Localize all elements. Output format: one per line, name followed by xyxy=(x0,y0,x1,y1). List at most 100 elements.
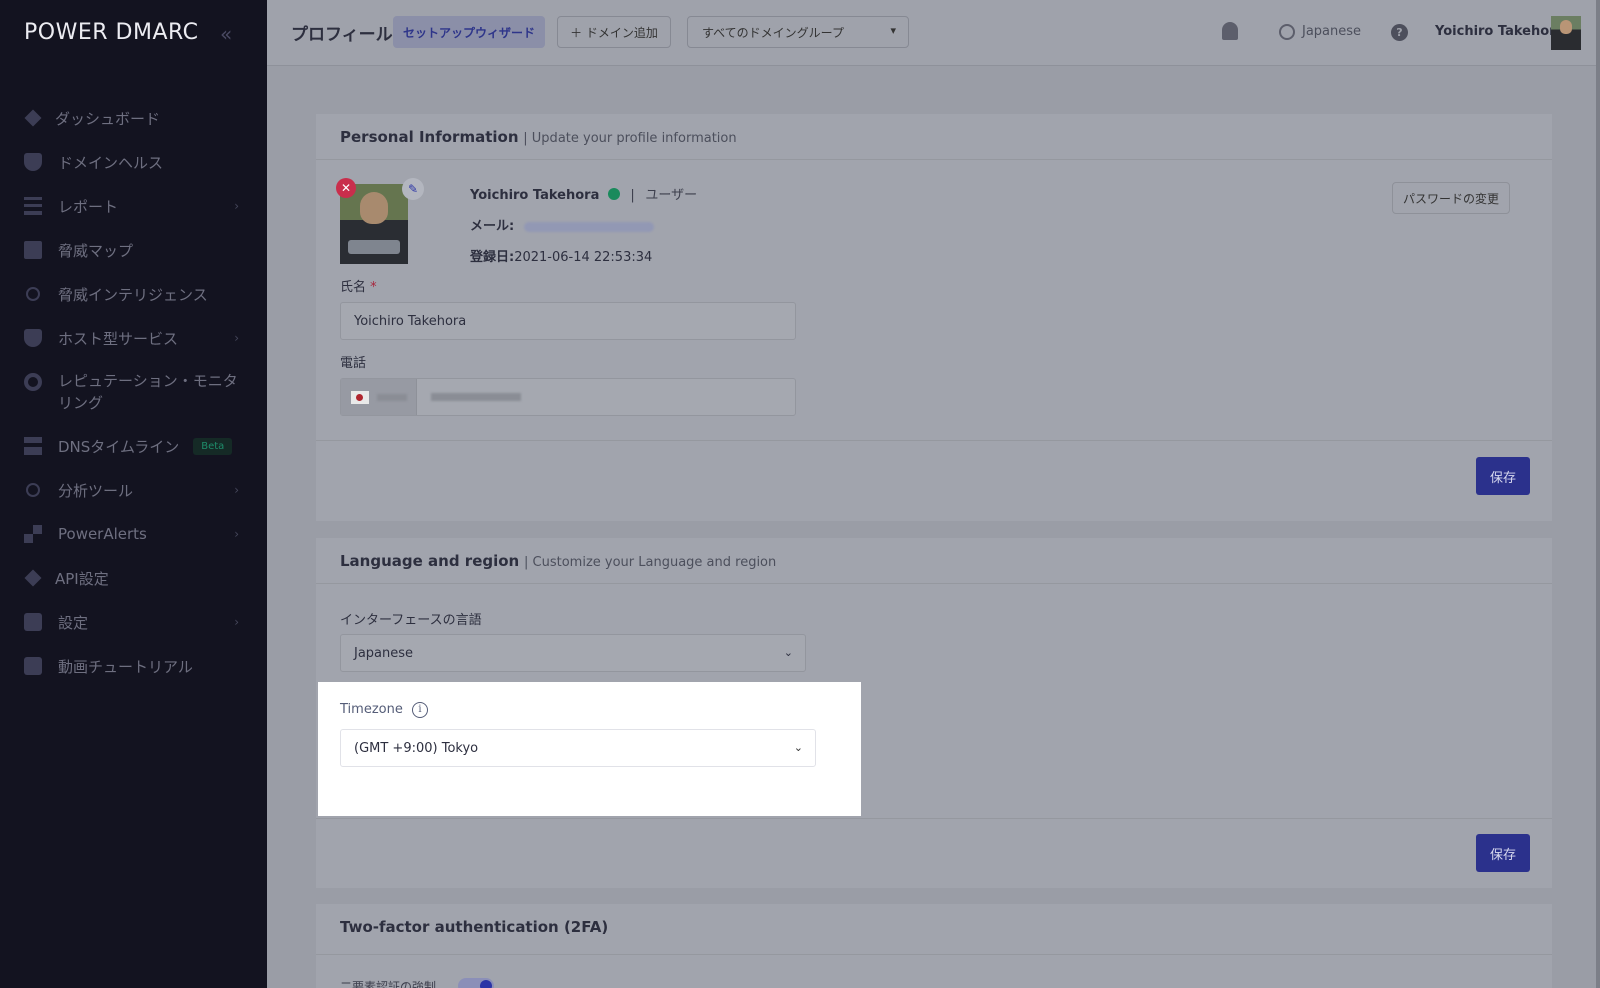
full-name-label-text: 氏名 xyxy=(340,280,367,295)
sidebar-item-reports[interactable]: レポート › xyxy=(0,184,267,228)
circle-icon xyxy=(26,287,40,301)
language-switcher[interactable]: Japanese xyxy=(1302,24,1361,39)
globe-icon[interactable] xyxy=(1279,24,1295,40)
sidebar: POWER DMARC « ダッシュボード ドメインヘルス レポート › 脅威マ… xyxy=(0,0,267,988)
chevron-down-icon: ⌄ xyxy=(793,741,803,754)
circle-icon xyxy=(26,483,40,497)
sidebar-item-threat-intelligence[interactable]: 脅威インテリジェンス xyxy=(0,272,267,316)
sidebar-item-video-tutorials[interactable]: 動画チュートリアル xyxy=(0,644,267,688)
sidebar-item-label: API設定 xyxy=(55,569,109,588)
domain-group-select[interactable]: すべてのドメイングループ ▾ xyxy=(687,16,909,48)
diamond-icon xyxy=(24,109,42,127)
bell-icon[interactable] xyxy=(1222,22,1238,40)
registered-label: 登録日: xyxy=(470,250,515,265)
sidebar-item-settings[interactable]: 設定 › xyxy=(0,600,267,644)
map-icon xyxy=(24,241,42,259)
interface-language-value: Japanese xyxy=(354,646,414,661)
sidebar-item-dns-timeline[interactable]: DNSタイムライン Beta xyxy=(0,424,267,468)
help-icon[interactable]: ? xyxy=(1391,24,1408,41)
sidebar-item-analysis-tools[interactable]: 分析ツール › xyxy=(0,468,267,512)
full-name-label: 氏名 * xyxy=(340,276,377,295)
chevron-down-icon: ⌄ xyxy=(783,646,793,659)
divider xyxy=(316,818,1552,819)
role-label: ユーザー xyxy=(645,188,698,203)
email-row: メール: xyxy=(470,215,655,234)
email-value-redacted xyxy=(524,221,655,232)
sidebar-item-reputation-monitoring[interactable]: レピュテーション・モニタリング xyxy=(0,360,267,424)
scrollbar[interactable] xyxy=(1596,0,1600,988)
sidebar-item-domain-health[interactable]: ドメインヘルス xyxy=(0,140,267,184)
collapse-sidebar-icon[interactable]: « xyxy=(220,22,232,46)
interface-language-select[interactable]: Japanese ⌄ xyxy=(340,634,806,672)
domain-group-value: すべてのドメイングループ xyxy=(702,25,844,40)
sidebar-item-label: レポート xyxy=(58,197,119,216)
timezone-select[interactable]: (GMT +9:00) Tokyo ⌄ xyxy=(340,729,816,767)
sidebar-item-label: 脅威インテリジェンス xyxy=(58,285,208,304)
timezone-value: (GMT +9:00) Tokyo xyxy=(354,741,479,756)
sidebar-item-label: 脅威マップ xyxy=(58,241,134,260)
shield-icon xyxy=(24,153,42,171)
avatar[interactable] xyxy=(1551,16,1581,50)
setup-wizard-button[interactable]: セットアップウィザード xyxy=(393,16,545,48)
enforce-2fa-label: 二要素認証の強制 xyxy=(340,980,437,988)
sidebar-item-label: 設定 xyxy=(58,613,89,632)
enforce-2fa-toggle[interactable] xyxy=(458,978,494,988)
role-separator: | xyxy=(630,188,635,203)
verified-icon xyxy=(607,188,620,200)
sidebar-item-label: ドメインヘルス xyxy=(58,153,164,172)
edit-photo-icon[interactable]: ✎ xyxy=(402,178,424,200)
sidebar-item-hosted-services[interactable]: ホスト型サービス › xyxy=(0,316,267,360)
timezone-panel: Timezone i (GMT +9:00) Tokyo ⌄ xyxy=(318,682,861,816)
card-title: Language and region xyxy=(340,552,520,570)
beta-badge: Beta xyxy=(193,437,233,455)
info-icon[interactable]: i xyxy=(412,702,428,718)
grid-icon xyxy=(24,525,42,543)
sidebar-item-api-settings[interactable]: API設定 xyxy=(0,556,267,600)
add-domain-button[interactable]: ＋ ドメイン追加 xyxy=(557,16,671,48)
chevron-right-icon: › xyxy=(234,331,239,345)
save-language-button[interactable]: 保存 xyxy=(1476,834,1530,872)
interface-language-label: インターフェースの言語 xyxy=(340,613,482,628)
logo: POWER DMARC xyxy=(24,20,199,45)
timezone-label: Timezone xyxy=(340,702,403,717)
sidebar-item-label: PowerAlerts xyxy=(58,525,147,543)
country-code-redacted xyxy=(377,394,407,401)
profile-name-row: Yoichiro Takehora | ユーザー xyxy=(470,184,697,203)
card-subtitle: | Update your profile information xyxy=(523,131,737,146)
topbar: プロフィール セットアップウィザード ＋ ドメイン追加 すべてのドメイングループ… xyxy=(267,0,1600,66)
registered-value: 2021-06-14 22:53:34 xyxy=(514,250,653,265)
phone-input[interactable] xyxy=(340,378,796,416)
full-name-input[interactable]: Yoichiro Takehora xyxy=(340,302,796,340)
host-icon xyxy=(24,329,42,347)
sidebar-item-label: 分析ツール xyxy=(58,481,134,500)
sidebar-nav: ダッシュボード ドメインヘルス レポート › 脅威マップ 脅威インテリジェンス … xyxy=(0,96,267,688)
card-header: Language and region | Customize your Lan… xyxy=(316,538,1552,584)
chevron-right-icon: › xyxy=(234,615,239,629)
japan-flag-icon xyxy=(351,391,369,404)
chevron-right-icon: › xyxy=(234,199,239,213)
dns-icon xyxy=(24,437,42,455)
page-title: プロフィール xyxy=(291,25,393,45)
change-password-button[interactable]: パスワードの変更 xyxy=(1392,182,1510,214)
chevron-right-icon: › xyxy=(234,483,239,497)
divider xyxy=(316,954,1552,955)
card-title: Two-factor authentication (2FA) xyxy=(340,918,609,936)
sidebar-item-label: DNSタイムライン xyxy=(58,437,180,456)
phone-label: 電話 xyxy=(340,356,367,371)
card-subtitle: | Customize your Language and region xyxy=(524,555,777,570)
chevron-right-icon: › xyxy=(234,527,239,541)
remove-photo-icon[interactable]: ✕ xyxy=(336,178,356,198)
sidebar-item-poweralerts[interactable]: PowerAlerts › xyxy=(0,512,267,556)
user-menu-name[interactable]: Yoichiro Takehora xyxy=(1435,24,1564,39)
required-mark: * xyxy=(370,280,377,295)
phone-number-redacted xyxy=(431,393,521,401)
gear-icon xyxy=(24,373,42,391)
personal-information-card: Personal Information | Update your profi… xyxy=(316,114,1552,521)
divider xyxy=(316,440,1552,441)
sidebar-item-threat-map[interactable]: 脅威マップ xyxy=(0,228,267,272)
save-personal-button[interactable]: 保存 xyxy=(1476,457,1530,495)
sidebar-item-dashboard[interactable]: ダッシュボード xyxy=(0,96,267,140)
sidebar-item-label: レピュテーション・モニタリング xyxy=(58,372,238,412)
card-title: Personal Information xyxy=(340,128,519,146)
country-code-select[interactable] xyxy=(341,379,417,415)
